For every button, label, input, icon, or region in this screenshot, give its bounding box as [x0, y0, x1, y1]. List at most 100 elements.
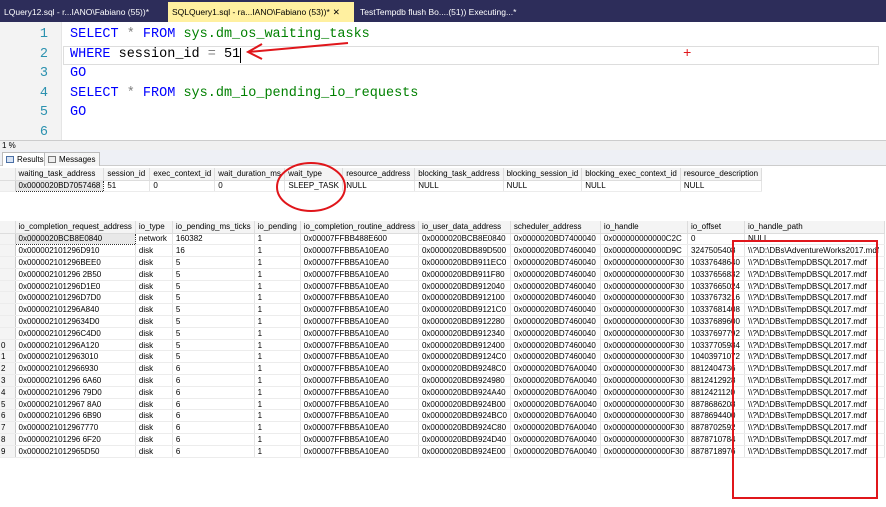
table-cell[interactable]: 0x000002101296A120 [15, 339, 136, 352]
table-cell[interactable]: 6 [172, 421, 255, 435]
table-cell[interactable]: 0x000000000000D9C [600, 244, 689, 258]
table-cell[interactable]: 0x0000020BD7460040 [510, 327, 601, 340]
table-cell[interactable]: 0x000002101296 79D0 [15, 386, 136, 399]
table-cell[interactable]: 1 [254, 256, 301, 269]
table-cell[interactable]: 0x0000020BD7057468 [14, 179, 105, 193]
table-cell[interactable]: 0x0000020BDB9124C0 [418, 350, 511, 364]
table-cell[interactable]: \\?\D:\DBs\TempDBSQL2017.mdf [744, 280, 885, 293]
row-number[interactable] [0, 256, 16, 269]
column-header[interactable]: exec_context_id [149, 168, 216, 181]
column-header[interactable]: wait_duration_ms [214, 168, 286, 181]
row-number[interactable]: 8 [0, 433, 16, 446]
table-cell[interactable]: 0x0000020BD76A0040 [510, 398, 601, 411]
table-cell[interactable]: 1 [254, 350, 301, 364]
table-cell[interactable]: 0x0000021012966930 [15, 362, 136, 376]
column-header[interactable]: io_pending [254, 221, 301, 234]
column-header[interactable]: io_type [135, 221, 173, 234]
row-number[interactable]: 2 [0, 362, 16, 376]
table-cell[interactable]: NULL [503, 180, 583, 193]
table-cell[interactable]: 0x0000000000000F30 [600, 256, 689, 269]
table-cell[interactable]: 0x0000020BD76A0040 [510, 445, 601, 458]
table-cell[interactable]: 10337697792 [687, 327, 745, 340]
table-cell[interactable]: disk [135, 350, 173, 364]
column-header[interactable]: io_completion_request_address [15, 221, 136, 234]
table-cell[interactable]: 6 [172, 374, 255, 387]
table-cell[interactable]: 1 [254, 303, 301, 317]
code-line[interactable]: WHERE session_id = 51 [70, 46, 240, 64]
waiting-tasks-grid[interactable]: waiting_task_address session_id exec_conte… [0, 168, 763, 193]
row-number[interactable]: 3 [0, 374, 16, 387]
table-cell[interactable]: 0x00007FFBB5A10EA0 [300, 445, 419, 458]
table-cell[interactable]: \\?\D:\DBs\TempDBSQL2017.mdf [744, 421, 885, 435]
row-number[interactable] [0, 327, 16, 340]
table-cell[interactable]: 0x00007FFBB5A10EA0 [300, 280, 419, 293]
table-cell[interactable]: \\?\D:\DBs\TempDBSQL2017.mdf [744, 256, 885, 269]
table-cell[interactable]: 0x0000000000000F30 [600, 315, 689, 328]
table-cell[interactable]: 0x0000020BDB9248C0 [418, 362, 511, 376]
tab-messages[interactable]: Messages [44, 152, 101, 166]
table-row[interactable]: 6 0x000002101296 6B90 disk 6 1 0x00007FFBB5A1… [0, 409, 885, 423]
table-cell[interactable]: NULL [680, 180, 763, 193]
column-header[interactable]: waiting_task_address [15, 168, 105, 181]
row-number[interactable]: 9 [0, 445, 16, 458]
row-number[interactable]: 4 [0, 386, 16, 399]
table-cell[interactable]: \\?\D:\DBs\TempDBSQL2017.mdf [744, 433, 885, 446]
query-editor[interactable]: 1 SELECT * FROM sys.dm_os_waiting_tasks 2 W… [0, 22, 886, 140]
table-cell[interactable]: 5 [172, 339, 255, 352]
table-cell[interactable]: 0x000002101296C4D0 [15, 327, 136, 340]
table-cell[interactable]: 5 [172, 327, 255, 340]
row-number[interactable] [0, 233, 16, 246]
table-cell[interactable]: 0x00000210129634D0 [15, 315, 136, 328]
table-cell[interactable]: 6 [172, 398, 255, 411]
table-cell[interactable]: 10403971072 [687, 350, 745, 364]
table-cell[interactable]: 0 [687, 233, 745, 246]
table-cell[interactable]: 0x000002101296D910 [15, 244, 136, 258]
table-cell[interactable]: 0x0000000000000F30 [600, 350, 689, 364]
table-row[interactable]: 0 0x000002101296A120 disk 5 1 0x00007FFBB5A10… [0, 339, 885, 352]
table-cell[interactable]: 0x0000000000000F30 [600, 362, 689, 376]
column-header[interactable]: scheduler_address [510, 221, 601, 234]
table-cell[interactable]: 1 [254, 280, 301, 293]
table-cell[interactable]: 5 [172, 315, 255, 328]
tab-testtempdb[interactable]: TestTempdb flush Bo....(51)) Executing..… [356, 2, 526, 22]
table-cell[interactable]: 6 [172, 362, 255, 376]
table-cell[interactable]: disk [135, 339, 173, 352]
table-cell[interactable]: 0x0000020BD76A0040 [510, 374, 601, 387]
table-cell[interactable]: 16 [172, 244, 255, 258]
table-row[interactable]: 0x000002101296D1E0 disk 5 1 0x00007FFBB5A10E… [0, 280, 885, 293]
table-cell[interactable]: 0x0000020BD7400040 [510, 233, 601, 246]
table-cell[interactable]: 0x00007FFBB5A10EA0 [300, 291, 419, 305]
table-cell[interactable]: 0x0000020BD76A0040 [510, 433, 601, 446]
table-cell[interactable]: disk [135, 445, 173, 458]
table-cell[interactable]: 0x0000020BD76A0040 [510, 421, 601, 435]
table-cell[interactable]: \\?\D:\DBs\TempDBSQL2017.mdf [744, 291, 885, 305]
table-cell[interactable]: 0x0000020BD7460040 [510, 350, 601, 364]
table-row[interactable]: 2 0x0000021012966930 disk 6 1 0x00007FFBB5A10… [0, 362, 885, 376]
code-line[interactable]: SELECT * FROM sys.dm_io_pending_io_reque… [70, 85, 418, 103]
table-cell[interactable]: 0 [214, 180, 286, 193]
row-number[interactable] [0, 291, 16, 305]
table-cell[interactable]: disk [135, 315, 173, 328]
tab-results[interactable]: Results [2, 152, 49, 166]
table-cell[interactable]: 0x0000020BDB912400 [418, 339, 511, 352]
row-number[interactable] [0, 180, 16, 193]
table-cell[interactable]: 0x0000020BDB924B00 [418, 398, 511, 411]
row-number[interactable] [0, 268, 16, 281]
table-cell[interactable]: 5 [172, 256, 255, 269]
column-header[interactable]: session_id [103, 168, 151, 181]
table-cell[interactable]: 0x0000020BD76A0040 [510, 409, 601, 423]
table-cell[interactable]: 0x0000020BDB911F80 [418, 268, 511, 281]
table-cell[interactable]: 0x0000020BD7460040 [510, 268, 601, 281]
table-cell[interactable]: 6 [172, 445, 255, 458]
row-number[interactable]: 6 [0, 409, 16, 423]
table-cell[interactable]: 0x0000020BDB89D500 [418, 244, 511, 258]
table-cell[interactable]: disk [135, 244, 173, 258]
table-cell[interactable]: NULL [581, 180, 681, 193]
table-cell[interactable]: 10337648640 [687, 256, 745, 269]
table-row[interactable]: 7 0x0000021012967770 disk 6 1 0x00007FFBB5A10… [0, 421, 885, 435]
table-cell[interactable]: 0x00007FFBB5A10EA0 [300, 268, 419, 281]
table-cell[interactable]: 51 [103, 180, 151, 193]
table-row[interactable]: 3 0x000002101296 6A60 disk 6 1 0x00007FFBB5A1… [0, 374, 885, 387]
table-cell[interactable]: 1 [254, 374, 301, 387]
table-cell[interactable]: disk [135, 303, 173, 317]
